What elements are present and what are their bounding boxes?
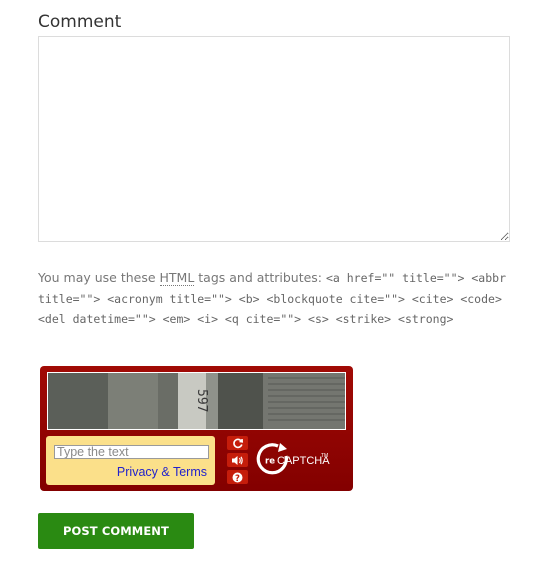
- captcha-digits: 597: [194, 389, 209, 412]
- allowed-tags-prefix: You may use these: [38, 270, 160, 285]
- privacy-terms-link[interactable]: Privacy & Terms: [117, 465, 207, 479]
- svg-text:?: ?: [235, 473, 240, 482]
- post-comment-button[interactable]: POST COMMENT: [38, 513, 194, 549]
- captcha-input[interactable]: [54, 445, 209, 459]
- help-button[interactable]: ?: [227, 470, 248, 484]
- comment-label: Comment: [38, 12, 122, 32]
- logo-prefix: re: [265, 457, 275, 467]
- logo-tm: TM: [321, 453, 328, 459]
- help-icon: ?: [232, 472, 243, 483]
- captcha-image: 597: [47, 372, 346, 430]
- allowed-tags-middle: tags and attributes:: [194, 270, 326, 285]
- allowed-tags-note: You may use these HTML tags and attribut…: [38, 268, 508, 330]
- recaptcha-widget: 597 Privacy & Terms ? re CAPTCHA TM: [40, 366, 353, 491]
- audio-icon: [232, 455, 243, 465]
- html-abbr: HTML: [159, 270, 195, 286]
- refresh-icon: [232, 438, 243, 449]
- captcha-answer-panel: Privacy & Terms: [46, 436, 215, 485]
- recaptcha-logo: re CAPTCHA TM: [256, 440, 334, 480]
- refresh-button[interactable]: [227, 436, 248, 450]
- audio-button[interactable]: [227, 453, 248, 467]
- comment-textarea[interactable]: [38, 36, 510, 242]
